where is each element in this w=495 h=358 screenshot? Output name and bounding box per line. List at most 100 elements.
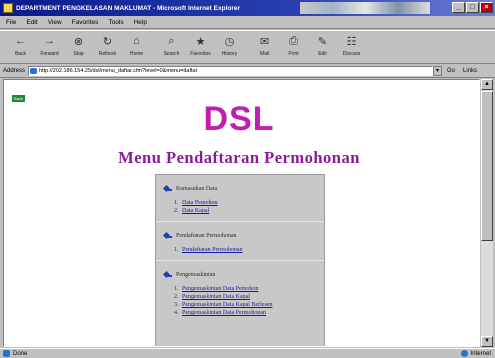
print-label: Print [288, 51, 299, 57]
section-items: 1. Data Pemohon 2. Data Kapal [156, 195, 324, 221]
window-titlebar: DEPARTMENT PENGKELASAN MAKLUMAT - Micros… [0, 0, 495, 16]
favorites-button[interactable]: ★ Favorites [186, 31, 215, 63]
link-kemaskini-kapal-berlesen[interactable]: Pengemaskinian Data Kapal Berlesen [182, 301, 272, 309]
item-number: 1. [174, 286, 179, 292]
menu-section-pendaftaran: Pendaftaran Permohonan 1. Pendaftaran Pe… [156, 222, 324, 261]
menu-favorites[interactable]: Favorites [72, 19, 99, 26]
menu-help[interactable]: Help [134, 19, 147, 26]
discuss-button[interactable]: ☷ Discuss [337, 31, 366, 63]
arrow-bullet-icon [164, 233, 172, 239]
mail-label: Mail [259, 51, 270, 57]
item-number: 2. [174, 208, 179, 214]
mail-button[interactable]: ✉ Mail [250, 31, 279, 63]
section-items: 1. Pengemaskinian Data Pemohon 2. Pengem… [156, 281, 324, 323]
menu-panel: Kemasukan Data 1. Data Pemohon 2. Data K… [155, 174, 325, 346]
menu-edit[interactable]: Edit [26, 19, 37, 26]
item-number: 1. [174, 200, 179, 206]
menu-section-kemasukan: Kemasukan Data 1. Data Pemohon 2. Data K… [156, 175, 324, 222]
link-kemaskini-kapal[interactable]: Pengemaskinian Data Kapal [182, 293, 250, 301]
item-number: 4. [174, 310, 179, 316]
menu-tools[interactable]: Tools [108, 19, 123, 26]
arrow-bullet-icon [164, 272, 172, 278]
home-icon: ⌂ [133, 35, 140, 47]
standard-toolbar: ← Back → Forward ⊗ Stop ↻ Refresh ⌂ Home… [0, 30, 495, 64]
edit-button[interactable]: ✎ Edit [308, 31, 337, 63]
window-title: DEPARTMENT PENGKELASAN MAKLUMAT - Micros… [16, 4, 241, 12]
list-item: 1. Pendaftaran Permohonan [174, 246, 324, 254]
home-label: Home [129, 51, 144, 57]
security-zone: Internet [460, 350, 491, 357]
address-input[interactable]: http://202.186.154.25/dsl/menu_daftar.cf… [28, 66, 434, 76]
discuss-label: Discuss [342, 51, 361, 57]
address-bar: Address http://202.186.154.25/dsl/menu_d… [0, 65, 495, 78]
address-url: http://202.186.154.25/dsl/menu_daftar.cf… [39, 68, 198, 74]
page-icon [30, 68, 38, 74]
window-controls: _ □ × [452, 2, 493, 13]
list-item: 4. Pengemaskinian Data Permohonan [174, 309, 324, 317]
section-title: Pendaftaran Permohonan [176, 232, 237, 239]
page-viewport: Back DSL Menu Pendaftaran Permohonan Kem… [3, 79, 480, 347]
back-button[interactable]: ← Back [6, 31, 35, 63]
item-number: 3. [174, 302, 179, 308]
internet-zone-icon [460, 350, 468, 357]
link-pendaftaran-permohonan[interactable]: Pendaftaran Permohonan [182, 246, 242, 254]
refresh-label: Refresh [98, 51, 117, 57]
maximize-button[interactable]: □ [466, 2, 479, 13]
forward-label: Forward [40, 51, 59, 57]
menu-section-pengemaskinian: Pengemaskinian 1. Pengemaskinian Data Pe… [156, 261, 324, 323]
discuss-icon: ☷ [346, 35, 357, 48]
back-label: Back [14, 51, 27, 57]
menu-view[interactable]: View [48, 19, 62, 26]
ie-logo-icon [3, 3, 13, 13]
address-dropdown-button[interactable]: ▾ [433, 66, 443, 76]
zone-label: Internet [470, 350, 491, 357]
section-items: 1. Pendaftaran Permohonan [156, 242, 324, 260]
menu-file[interactable]: File [6, 19, 16, 26]
links-button[interactable]: Links [463, 68, 477, 74]
search-button[interactable]: ⌕ Search [157, 31, 186, 63]
search-icon: ⌕ [168, 34, 175, 47]
vertical-scrollbar[interactable]: ▲ ▼ [481, 79, 493, 347]
stop-label: Stop [73, 51, 84, 57]
link-kemaskini-pemohon[interactable]: Pengemaskinian Data Pemohon [182, 285, 258, 293]
forward-button[interactable]: → Forward [35, 31, 64, 63]
home-button[interactable]: ⌂ Home [122, 31, 151, 63]
scroll-up-arrow-icon[interactable]: ▲ [481, 79, 493, 90]
back-arrow-icon: ← [15, 35, 26, 47]
refresh-button[interactable]: ↻ Refresh [93, 31, 122, 63]
address-label: Address [3, 68, 26, 74]
status-bar: Done Internet [0, 348, 495, 358]
stop-button[interactable]: ⊗ Stop [64, 31, 93, 63]
page-heading: DSL [203, 100, 275, 138]
favorites-label: Favorites [190, 51, 211, 57]
mail-icon: ✉ [259, 35, 270, 48]
scrollbar-thumb[interactable] [481, 91, 493, 241]
edit-label: Edit [318, 51, 327, 57]
close-button[interactable]: × [480, 2, 493, 13]
history-icon: ◷ [224, 35, 235, 48]
go-button[interactable]: Go [447, 68, 455, 74]
section-heading: Pengemaskinian [156, 261, 324, 281]
arrow-bullet-icon [164, 186, 172, 192]
link-kemaskini-permohonan[interactable]: Pengemaskinian Data Permohonan [182, 309, 266, 317]
page-subheading: Menu Pendaftaran Permohonan [118, 148, 360, 167]
history-button[interactable]: ◷ History [215, 31, 244, 63]
history-label: History [221, 51, 238, 57]
link-data-pemohon[interactable]: Data Pemohon [182, 199, 218, 207]
print-icon: ⎙ [289, 34, 298, 47]
menu-bar: File Edit View Favorites Tools Help [0, 16, 495, 29]
stop-icon: ⊗ [73, 35, 84, 48]
forward-arrow-icon: → [44, 35, 55, 47]
list-item: 3. Pengemaskinian Data Kapal Berlesen [174, 301, 324, 309]
print-button[interactable]: ⎙ Print [279, 31, 308, 63]
item-number: 1. [174, 247, 179, 253]
status-text: Done [13, 350, 28, 357]
scroll-down-arrow-icon[interactable]: ▼ [481, 336, 493, 347]
refresh-icon: ↻ [102, 35, 113, 48]
taskbar-strip-decoration [300, 2, 430, 14]
minimize-button[interactable]: _ [452, 2, 465, 13]
edit-icon: ✎ [317, 35, 328, 48]
link-data-kapal[interactable]: Data Kapal [182, 207, 209, 215]
section-heading: Kemasukan Data [156, 175, 324, 195]
section-title: Pengemaskinian [176, 271, 216, 278]
